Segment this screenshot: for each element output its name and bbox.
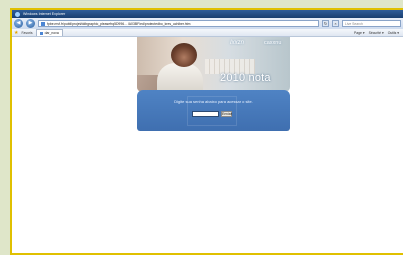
screen: Windows Internet Explorer ◀ ▶ fpbe.mvf.f… <box>0 0 403 255</box>
search-placeholder: Live Search <box>345 21 363 26</box>
submit-button[interactable]: Enviar <box>221 111 232 117</box>
page-headline: 2010 nota <box>220 72 271 84</box>
menu-tools[interactable]: Outils ▾ <box>388 31 399 35</box>
back-icon[interactable]: ◀ <box>14 19 23 28</box>
command-bar: Page ▾ Sécurité ▾ Outils ▾ <box>354 31 403 35</box>
window-title: Windows Internet Explorer <box>23 12 66 16</box>
title-bar: Windows Internet Explorer <box>12 10 403 18</box>
forward-icon[interactable]: ▶ <box>26 19 35 28</box>
stop-icon[interactable]: × <box>332 20 339 27</box>
page-content: Ixxzn caxxnu 2010 nota Digite sua senha … <box>12 37 403 253</box>
page-icon <box>41 21 45 26</box>
tab-page-icon <box>39 31 43 35</box>
photo-child-body <box>157 63 203 92</box>
password-field[interactable] <box>192 111 219 117</box>
photo-child-head <box>171 43 197 67</box>
tab-row: ★ Favoris dar_nova Page ▾ Sécurité ▾ Out… <box>12 29 403 37</box>
header-photo: Ixxzn caxxnu 2010 nota <box>137 37 290 92</box>
address-row: ◀ ▶ fpbe.mvf.fr/publi/projet/ddbgraphic_… <box>12 18 403 29</box>
browser-window: Windows Internet Explorer ◀ ▶ fpbe.mvf.f… <box>10 8 403 255</box>
password-panel: Digite sua senha abaixo para acessar o s… <box>137 90 290 131</box>
address-text: fpbe.mvf.fr/publi/projet/ddbgraphic_plea… <box>47 21 191 26</box>
brand-logo-right: caxxnu <box>264 40 282 46</box>
tab-title: dar_nova <box>44 31 59 35</box>
login-card: Ixxzn caxxnu 2010 nota Digite sua senha … <box>137 37 290 131</box>
brand-logo-left: Ixxzn <box>230 40 245 46</box>
go-icon[interactable]: ↻ <box>322 20 329 27</box>
menu-page[interactable]: Page ▾ <box>354 31 365 35</box>
address-bar[interactable]: fpbe.mvf.fr/publi/projet/ddbgraphic_plea… <box>38 20 319 27</box>
tab-current[interactable]: dar_nova <box>35 29 63 36</box>
menu-security[interactable]: Sécurité ▾ <box>369 31 384 35</box>
search-input[interactable]: Live Search <box>342 20 401 27</box>
favorites-star-icon[interactable]: ★ <box>14 30 18 36</box>
favorites-button[interactable]: Favoris <box>21 31 32 35</box>
ie-icon <box>15 11 20 17</box>
password-prompt: Digite sua senha abaixo para acessar o s… <box>174 99 253 104</box>
password-form: Enviar <box>192 111 232 117</box>
